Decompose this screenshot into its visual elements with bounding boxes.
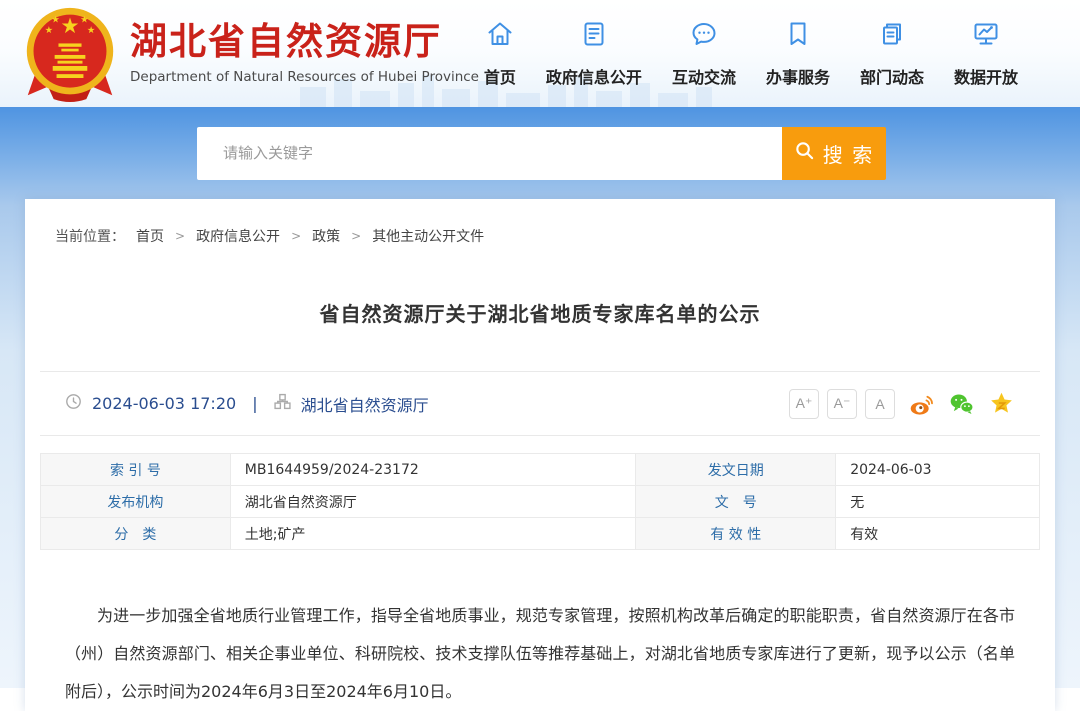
site-title: 湖北省自然资源厅 <box>130 22 479 63</box>
clock-icon <box>65 393 82 414</box>
category-label: 分 类 <box>41 518 231 550</box>
nav-item-open-data[interactable]: 数据开放 <box>954 19 1018 88</box>
issuing-agency-value: 湖北省自然资源厅 <box>230 486 636 518</box>
bookmark-icon <box>783 19 813 53</box>
content-card: 当前位置： 首页 > 政府信息公开 > 政策 > 其他主动公开文件 省自然资源厅… <box>25 199 1055 711</box>
issuing-agency-label: 发布机构 <box>41 486 231 518</box>
pages-icon <box>877 19 907 53</box>
search-input[interactable] <box>197 127 782 180</box>
nav-item-home[interactable]: 首页 <box>484 19 516 88</box>
issue-date-label: 发文日期 <box>636 454 836 486</box>
article-body: 为进一步加强全省地质行业管理工作，指导全省地质事业，规范专家管理，按照机构改革后… <box>65 597 1015 711</box>
qzone-star-share-icon[interactable] <box>988 390 1015 417</box>
publish-time: 2024-06-03 17:20 <box>92 394 236 413</box>
nav-label: 首页 <box>484 64 516 88</box>
font-decrease-button[interactable]: A⁻ <box>827 389 857 419</box>
nav-item-gov-info[interactable]: 政府信息公开 <box>546 19 642 88</box>
site-brand: 湖北省自然资源厅 Department of Natural Resources… <box>130 22 479 85</box>
table-row: 索 引 号 MB1644959/2024-23172 发文日期 2024-06-… <box>41 454 1040 486</box>
category-value: 土地;矿产 <box>230 518 636 550</box>
chat-icon <box>689 19 719 53</box>
breadcrumb-prefix: 当前位置： <box>55 226 125 246</box>
index-number-value: MB1644959/2024-23172 <box>230 454 636 486</box>
home-icon <box>485 19 515 53</box>
article-meta-row: 2024-06-03 17:20 | 湖北省自然资源厅 A⁺ A⁻ A <box>40 371 1040 436</box>
document-info-table: 索 引 号 MB1644959/2024-23172 发文日期 2024-06-… <box>40 453 1040 550</box>
breadcrumb-separator: > <box>291 229 301 243</box>
nav-item-department-news[interactable]: 部门动态 <box>860 19 924 88</box>
breadcrumb-item-gov-info[interactable]: 政府信息公开 <box>196 226 280 246</box>
breadcrumb-separator: > <box>175 229 185 243</box>
nav-item-services[interactable]: 办事服务 <box>766 19 830 88</box>
breadcrumb-item-other-docs[interactable]: 其他主动公开文件 <box>372 226 484 246</box>
index-number-label: 索 引 号 <box>41 454 231 486</box>
article-title: 省自然资源厅关于湖北省地质专家库名单的公示 <box>25 298 1055 327</box>
breadcrumb-item-home[interactable]: 首页 <box>136 226 164 246</box>
nav-label: 办事服务 <box>766 64 830 88</box>
search-bar: 搜 索 <box>0 107 1080 199</box>
source-sitemap-icon <box>274 393 291 414</box>
weibo-share-icon[interactable] <box>908 390 935 417</box>
validity-value: 有效 <box>836 518 1040 550</box>
article-meta: 2024-06-03 17:20 | 湖北省自然资源厅 <box>65 392 429 416</box>
document-icon <box>579 19 609 53</box>
wechat-share-icon[interactable] <box>948 390 975 417</box>
monitor-chart-icon <box>971 19 1001 53</box>
nav-label: 政府信息公开 <box>546 64 642 88</box>
font-increase-button[interactable]: A⁺ <box>789 389 819 419</box>
site-subtitle: Department of Natural Resources of Hubei… <box>130 69 479 85</box>
article-source[interactable]: 湖北省自然资源厅 <box>301 392 429 416</box>
doc-number-value: 无 <box>836 486 1040 518</box>
meta-separator: | <box>252 394 257 413</box>
search-icon <box>794 140 815 167</box>
issue-date-value: 2024-06-03 <box>836 454 1040 486</box>
font-reset-button[interactable]: A <box>865 389 895 419</box>
table-row: 分 类 土地;矿产 有 效 性 有效 <box>41 518 1040 550</box>
search-button[interactable]: 搜 索 <box>782 127 886 180</box>
main-nav: 首页 政府信息公开 互动交流 <box>484 19 1018 88</box>
doc-number-label: 文 号 <box>636 486 836 518</box>
table-row: 发布机构 湖北省自然资源厅 文 号 无 <box>41 486 1040 518</box>
search-button-label: 搜 索 <box>823 139 875 168</box>
nav-label: 互动交流 <box>672 64 736 88</box>
site-header: 湖北省自然资源厅 Department of Natural Resources… <box>0 0 1080 107</box>
nav-label: 部门动态 <box>860 64 924 88</box>
validity-label: 有 效 性 <box>636 518 836 550</box>
national-emblem-logo <box>22 5 118 103</box>
breadcrumb: 当前位置： 首页 > 政府信息公开 > 政策 > 其他主动公开文件 <box>25 199 1055 246</box>
nav-label: 数据开放 <box>954 64 1018 88</box>
article-tools: A⁺ A⁻ A <box>789 389 1015 419</box>
nav-item-interaction[interactable]: 互动交流 <box>672 19 736 88</box>
breadcrumb-item-policy[interactable]: 政策 <box>312 226 340 246</box>
breadcrumb-separator: > <box>351 229 361 243</box>
page-background: 搜 索 当前位置： 首页 > 政府信息公开 > 政策 > 其他主动公开文件 省自… <box>0 107 1080 688</box>
